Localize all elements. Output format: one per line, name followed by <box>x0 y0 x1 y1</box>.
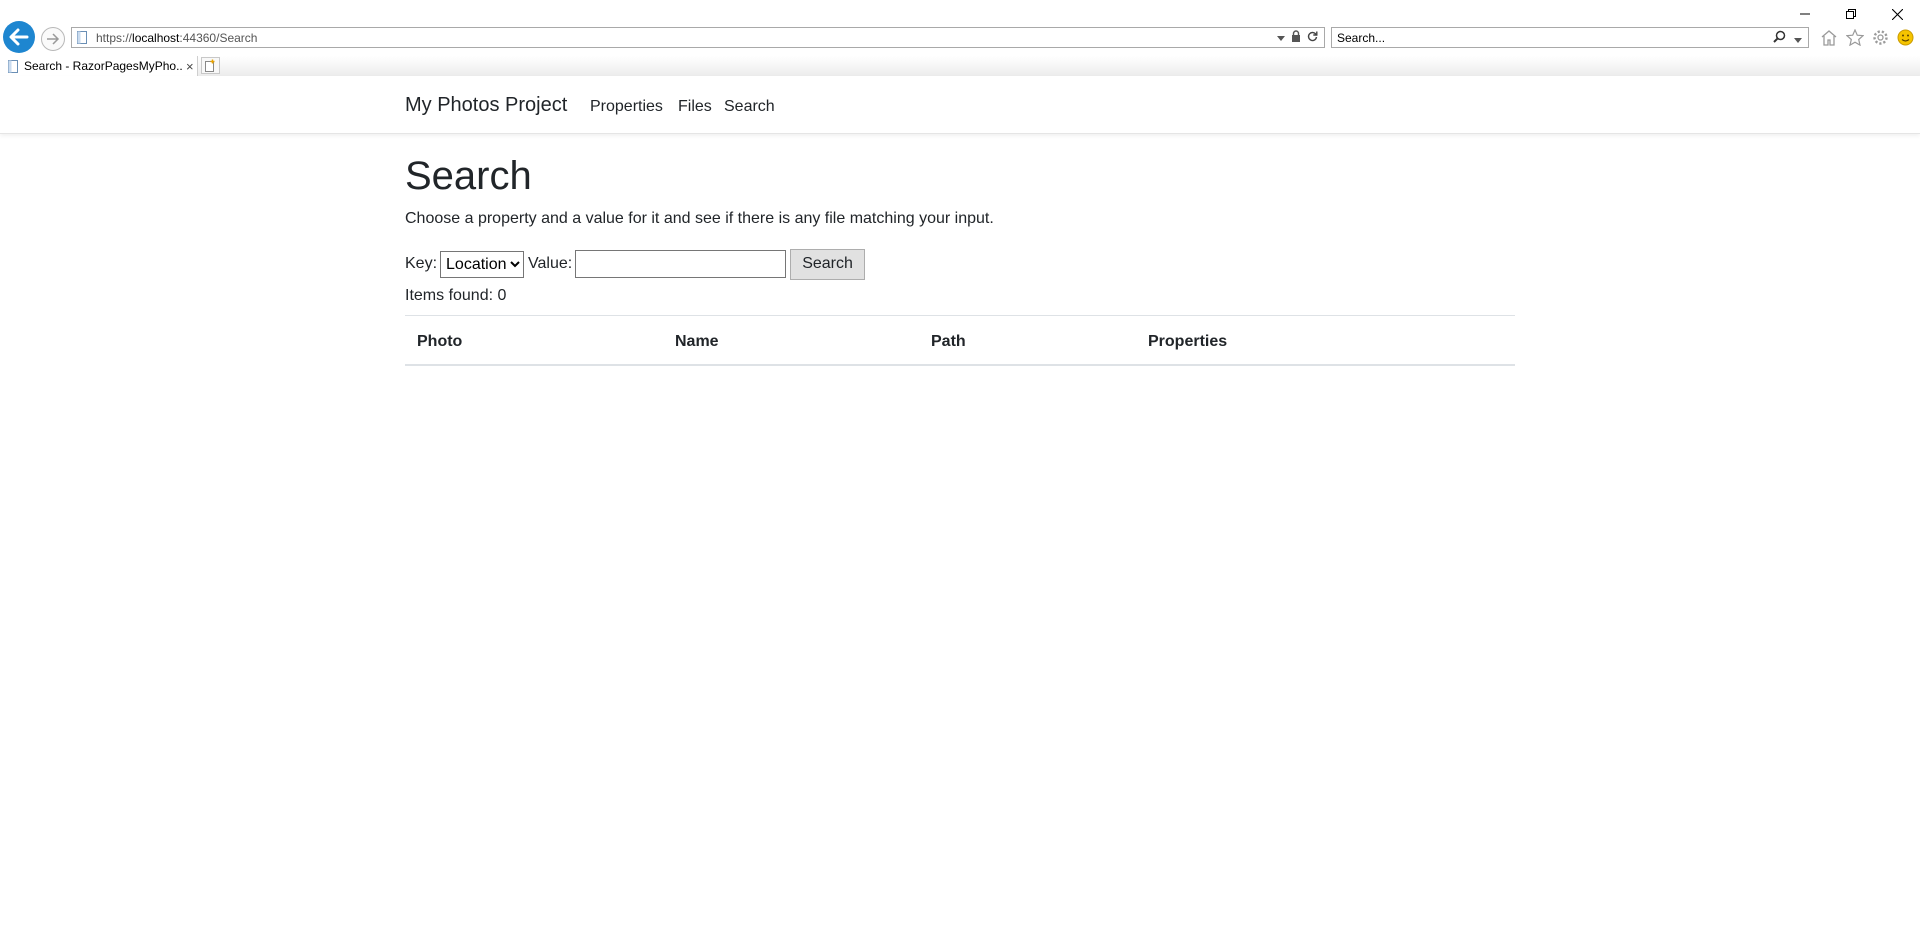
lock-icon[interactable] <box>1291 29 1301 47</box>
column-header-path: Path <box>931 333 966 350</box>
column-header-name: Name <box>675 333 719 350</box>
tab-close-icon[interactable]: × <box>186 59 194 74</box>
close-icon <box>1891 8 1903 20</box>
address-bar[interactable]: https://localhost:44360/Search <box>71 27 1325 48</box>
favorites-star-icon[interactable] <box>1846 29 1864 46</box>
value-input[interactable] <box>575 250 787 278</box>
restore-icon <box>1846 9 1856 19</box>
page-icon <box>77 31 87 44</box>
page-description: Choose a property and a value for it and… <box>405 210 994 227</box>
page-title: Search <box>405 154 532 198</box>
tab-search-page[interactable]: Search - RazorPagesMyPho... × <box>0 56 198 76</box>
value-label: Value: <box>528 255 573 272</box>
column-header-properties: Properties <box>1148 333 1228 350</box>
address-url[interactable]: https://localhost:44360/Search <box>96 31 257 45</box>
site-navbar: My Photos Project Properties Files Searc… <box>0 76 1920 134</box>
browser-toolbar: https://localhost:44360/Search <box>0 0 1920 56</box>
new-tab-button[interactable] <box>201 57 220 74</box>
forward-arrow-icon <box>47 33 60 45</box>
search-form: Key: Location Value: Search <box>405 248 865 280</box>
search-icon[interactable] <box>1773 30 1786 48</box>
refresh-icon[interactable] <box>1307 29 1318 47</box>
nav-link-files[interactable]: Files <box>678 98 712 116</box>
search-button[interactable]: Search <box>790 248 865 280</box>
key-select[interactable]: Location <box>440 250 525 278</box>
key-label: Key: <box>405 255 438 272</box>
tab-strip: Search - RazorPagesMyPho... × <box>0 56 1920 76</box>
close-window-button[interactable] <box>1874 4 1920 24</box>
items-found-count: Items found: 0 <box>405 287 507 304</box>
nav-link-properties[interactable]: Properties <box>590 98 663 116</box>
back-button[interactable] <box>3 21 35 53</box>
back-arrow-icon <box>9 28 29 46</box>
forward-button[interactable] <box>41 27 65 51</box>
minimize-icon <box>1800 13 1810 15</box>
settings-gear-icon[interactable] <box>1872 29 1889 46</box>
browser-search-input[interactable] <box>1337 30 1757 45</box>
results-table: Photo Name Path Properties <box>405 315 1515 366</box>
restore-button[interactable] <box>1828 4 1874 24</box>
new-tab-icon <box>205 59 215 72</box>
home-icon[interactable] <box>1820 29 1838 46</box>
feedback-smiley-icon[interactable] <box>1897 29 1914 46</box>
column-header-photo: Photo <box>417 333 463 350</box>
brand-link[interactable]: My Photos Project <box>405 94 567 117</box>
nav-link-search[interactable]: Search <box>724 98 775 116</box>
tab-title: Search - RazorPagesMyPho... <box>24 59 182 73</box>
minimize-button[interactable] <box>1782 4 1828 24</box>
browser-search-box[interactable] <box>1331 27 1809 48</box>
address-dropdown-icon[interactable] <box>1277 29 1285 47</box>
search-dropdown-icon[interactable] <box>1794 31 1802 49</box>
page-icon <box>8 59 18 73</box>
